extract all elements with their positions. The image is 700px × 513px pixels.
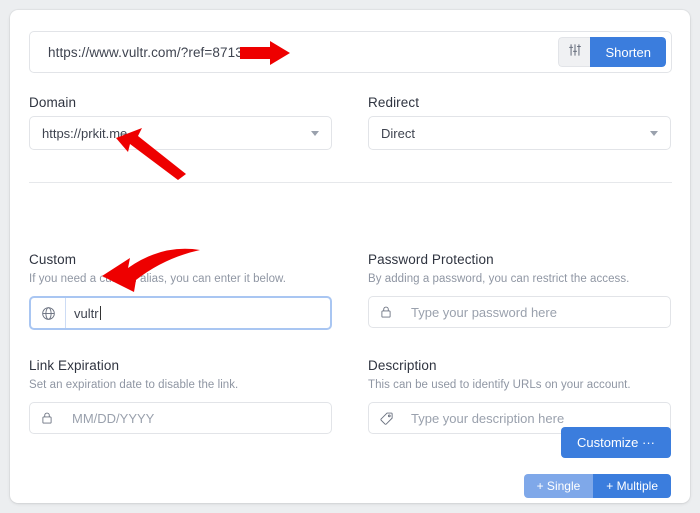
expiration-placeholder: MM/DD/YYYY bbox=[72, 410, 155, 426]
lock-icon bbox=[30, 403, 64, 433]
description-hint: This can be used to identify URLs on you… bbox=[368, 379, 631, 391]
url-input[interactable]: https://www.vultr.com/?ref=8713550 bbox=[30, 45, 558, 60]
field-password: Password Protection By adding a password… bbox=[350, 252, 671, 330]
row-domain-redirect: Domain https://prkit.me Redirect Direct bbox=[10, 95, 690, 150]
custom-label: Custom bbox=[29, 252, 77, 267]
chevron-down-icon bbox=[650, 131, 658, 136]
password-placeholder-wrap: Type your password here bbox=[403, 297, 670, 327]
shorten-button[interactable]: Shorten bbox=[590, 37, 666, 67]
row-expiration-description: Link Expiration Set an expiration date t… bbox=[10, 358, 690, 434]
add-multiple-button[interactable]: + Multiple bbox=[593, 474, 671, 498]
expiration-label: Link Expiration bbox=[29, 358, 120, 373]
sliders-icon bbox=[568, 43, 582, 62]
chevron-down-icon bbox=[311, 131, 319, 136]
advanced-options-button[interactable] bbox=[558, 37, 591, 67]
domain-label: Domain bbox=[29, 95, 77, 110]
globe-icon bbox=[31, 298, 66, 328]
lock-icon bbox=[369, 297, 403, 327]
expiration-date-input[interactable]: MM/DD/YYYY bbox=[29, 402, 332, 434]
password-label: Password Protection bbox=[368, 252, 494, 267]
field-redirect: Redirect Direct bbox=[350, 95, 671, 150]
field-description: Description This can be used to identify… bbox=[350, 358, 671, 434]
password-hint: By adding a password, you can restrict t… bbox=[368, 273, 630, 285]
field-custom: Custom If you need a custom alias, you c… bbox=[29, 252, 350, 330]
custom-alias-value-wrap: vultr bbox=[66, 298, 330, 328]
custom-alias-value: vultr bbox=[74, 305, 99, 321]
url-shortener-card: https://www.vultr.com/?ref=8713550 Short… bbox=[10, 10, 690, 503]
domain-select[interactable]: https://prkit.me bbox=[29, 116, 332, 150]
custom-alias-input[interactable]: vultr bbox=[29, 296, 332, 330]
row-custom-password: Custom If you need a custom alias, you c… bbox=[10, 252, 690, 330]
custom-hint: If you need a custom alias, you can ente… bbox=[29, 273, 286, 285]
redirect-label: Redirect bbox=[368, 95, 420, 110]
description-label: Description bbox=[368, 358, 437, 373]
customize-button[interactable]: Customize ··· bbox=[560, 427, 671, 458]
redirect-select[interactable]: Direct bbox=[368, 116, 671, 150]
fields-grid: Domain https://prkit.me Redirect Direct … bbox=[10, 95, 690, 434]
add-link-mode-toggle: + Single + Multiple bbox=[523, 474, 671, 498]
url-input-row[interactable]: https://www.vultr.com/?ref=8713550 Short… bbox=[29, 31, 672, 73]
password-input[interactable]: Type your password here bbox=[368, 296, 671, 328]
expiration-placeholder-wrap: MM/DD/YYYY bbox=[64, 403, 331, 433]
text-cursor bbox=[99, 306, 101, 320]
password-placeholder: Type your password here bbox=[411, 304, 557, 320]
tag-icon bbox=[369, 403, 403, 433]
add-single-button[interactable]: + Single bbox=[523, 474, 594, 498]
field-expiration: Link Expiration Set an expiration date t… bbox=[29, 358, 350, 434]
field-domain: Domain https://prkit.me bbox=[29, 95, 350, 150]
redirect-selected-value: Direct bbox=[381, 125, 415, 141]
domain-selected-value: https://prkit.me bbox=[42, 125, 128, 141]
section-divider bbox=[29, 182, 672, 183]
description-placeholder: Type your description here bbox=[411, 410, 565, 426]
expiration-hint: Set an expiration date to disable the li… bbox=[29, 379, 239, 391]
url-row-actions: Shorten bbox=[558, 37, 666, 67]
